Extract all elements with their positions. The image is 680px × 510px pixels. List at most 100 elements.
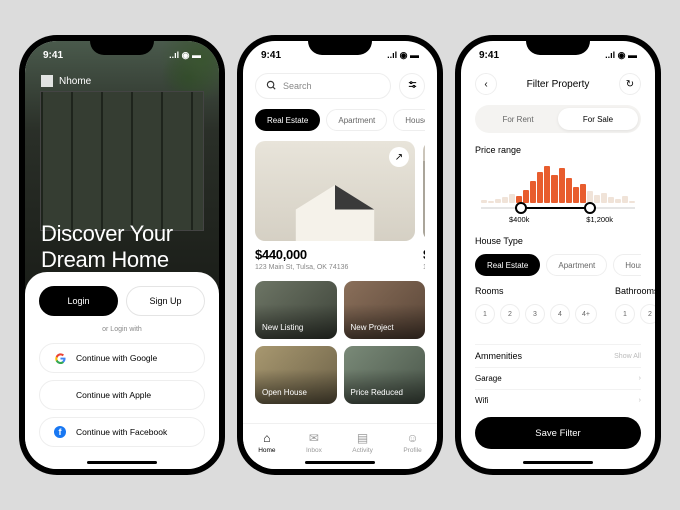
listing-address: 123 Main St, Tulsa, OK 74136 xyxy=(255,264,415,271)
search-placeholder: Search xyxy=(283,81,312,91)
continue-google-button[interactable]: Continue with Google xyxy=(39,343,205,373)
nav-label: Home xyxy=(258,447,275,454)
apple-icon xyxy=(54,389,66,401)
bathrooms-options: 1 2 3 4+ xyxy=(615,304,655,324)
search-icon xyxy=(266,80,277,93)
continue-facebook-label: Continue with Facebook xyxy=(76,427,167,437)
status-time: 9:41 xyxy=(479,50,499,61)
rooms-options: 1 2 3 4 4+ xyxy=(475,304,597,324)
chip-real-estate[interactable]: Real Estate xyxy=(255,109,320,131)
status-icons: ..ıl ◉ ▬ xyxy=(605,50,637,61)
type-house[interactable]: House xyxy=(613,254,641,276)
amenity-wifi[interactable]: Wifi › xyxy=(475,389,641,411)
filter-button[interactable] xyxy=(399,73,425,99)
status-bar: 9:41 ..ıl ◉ ▬ xyxy=(243,41,437,69)
open-listing-button[interactable]: ↗ xyxy=(389,147,409,167)
house-type-chips: Real Estate Apartment House Motels xyxy=(475,254,641,276)
type-apartment[interactable]: Apartment xyxy=(546,254,607,276)
nav-label: Inbox xyxy=(306,447,322,454)
rooms-1[interactable]: 1 xyxy=(475,304,495,324)
listing-image: ↗ xyxy=(255,141,415,241)
status-time: 9:41 xyxy=(43,50,63,61)
type-real-estate[interactable]: Real Estate xyxy=(475,254,540,276)
phone-browse-screen: 9:41 ..ıl ◉ ▬ Search Real Estate Apartme… xyxy=(243,41,437,469)
home-icon: ⌂ xyxy=(263,431,270,445)
slider-handle-min[interactable] xyxy=(515,202,527,214)
slider-handle-max[interactable] xyxy=(584,202,596,214)
house-type-label: House Type xyxy=(475,236,641,246)
listing-carousel[interactable]: ↗ $440,000 123 Main St, Tulsa, OK 74136 … xyxy=(255,141,425,271)
nav-activity[interactable]: ▤Activity xyxy=(352,431,373,454)
bathrooms-label: Bathrooms xyxy=(615,286,655,296)
chevron-right-icon: › xyxy=(639,397,641,404)
sliders-icon xyxy=(407,79,418,93)
listing-card[interactable]: ↗ $440,000 123 Main St, Tulsa, OK 74136 xyxy=(255,141,415,271)
save-filter-button[interactable]: Save Filter xyxy=(475,417,641,449)
rooms-2[interactable]: 2 xyxy=(500,304,520,324)
seg-for-rent[interactable]: For Rent xyxy=(478,108,558,130)
brand-name: Nhome xyxy=(59,76,91,87)
tile-open-house[interactable]: Open House xyxy=(255,346,337,404)
nav-label: Profile xyxy=(403,447,421,454)
status-time: 9:41 xyxy=(261,50,281,61)
phone-filter: 9:41 ..ıl ◉ ▬ ‹ Filter Property ↻ For Re… xyxy=(455,35,661,475)
tile-label: Price Reduced xyxy=(351,388,403,397)
tile-new-project[interactable]: New Project xyxy=(344,281,426,339)
chip-house[interactable]: House xyxy=(393,109,425,131)
search-input[interactable]: Search xyxy=(255,73,391,99)
back-button[interactable]: ‹ xyxy=(475,73,497,95)
home-indicator[interactable] xyxy=(523,461,593,464)
tile-label: New Listing xyxy=(262,323,303,332)
rooms-3[interactable]: 3 xyxy=(525,304,545,324)
continue-facebook-button[interactable]: f Continue with Facebook xyxy=(39,417,205,447)
tile-new-listing[interactable]: New Listing xyxy=(255,281,337,339)
price-values: $400k $1,200k xyxy=(475,215,641,224)
continue-google-label: Continue with Google xyxy=(76,353,157,363)
profile-icon: ☺ xyxy=(406,431,418,445)
collection-grid: New Listing New Project Open House Price… xyxy=(255,281,425,404)
home-indicator[interactable] xyxy=(87,461,157,464)
amenity-garage[interactable]: Garage › xyxy=(475,367,641,389)
chip-apartment[interactable]: Apartment xyxy=(326,109,387,131)
inbox-icon: ✉ xyxy=(309,431,319,445)
baths-1[interactable]: 1 xyxy=(615,304,635,324)
listing-price: $420, xyxy=(423,247,425,262)
continue-apple-button[interactable]: Continue with Apple xyxy=(39,380,205,410)
home-indicator[interactable] xyxy=(305,461,375,464)
price-slider[interactable] xyxy=(481,207,635,209)
refresh-icon: ↻ xyxy=(626,79,634,90)
tile-label: Open House xyxy=(262,388,307,397)
rooms-4[interactable]: 4 xyxy=(550,304,570,324)
status-icons: ..ıl ◉ ▬ xyxy=(387,50,419,61)
phone-filter-screen: 9:41 ..ıl ◉ ▬ ‹ Filter Property ↻ For Re… xyxy=(461,41,655,469)
amenity-label: Garage xyxy=(475,374,502,383)
seg-for-sale[interactable]: For Sale xyxy=(558,108,638,130)
phone-browse: 9:41 ..ıl ◉ ▬ Search Real Estate Apartme… xyxy=(237,35,443,475)
brand: Nhome xyxy=(41,75,91,87)
auth-sheet: Login Sign Up or Login with Continue wit… xyxy=(25,272,219,469)
brand-logo-icon xyxy=(41,75,53,87)
price-min: $400k xyxy=(509,215,529,224)
tile-price-reduced[interactable]: Price Reduced xyxy=(344,346,426,404)
amenities-label: Ammenities xyxy=(475,351,522,361)
price-max: $1,200k xyxy=(586,215,613,224)
arrow-icon: ↗ xyxy=(395,152,403,163)
tile-label: New Project xyxy=(351,323,394,332)
nav-inbox[interactable]: ✉ Inbox xyxy=(306,431,322,454)
status-bar: 9:41 ..ıl ◉ ▬ xyxy=(461,41,655,69)
signup-button[interactable]: Sign Up xyxy=(126,286,205,316)
nav-home[interactable]: ⌂ Home xyxy=(258,431,275,454)
or-divider: or Login with xyxy=(39,326,205,333)
rooms-4plus[interactable]: 4+ xyxy=(575,304,597,324)
phone-auth-screen: 9:41 ..ıl ◉ ▬ Nhome Discover Your Dream … xyxy=(25,41,219,469)
hero-building xyxy=(40,91,204,231)
activity-icon: ▤ xyxy=(357,431,368,445)
reset-button[interactable]: ↻ xyxy=(619,73,641,95)
category-chips: Real Estate Apartment House Motels xyxy=(255,109,425,131)
show-all-button[interactable]: Show All xyxy=(614,353,641,360)
login-button[interactable]: Login xyxy=(39,286,118,316)
baths-2[interactable]: 2 xyxy=(640,304,655,324)
google-icon xyxy=(54,352,66,364)
listing-card[interactable]: $420, 101 Willow xyxy=(423,141,425,271)
nav-profile[interactable]: ☺ Profile xyxy=(403,431,421,454)
